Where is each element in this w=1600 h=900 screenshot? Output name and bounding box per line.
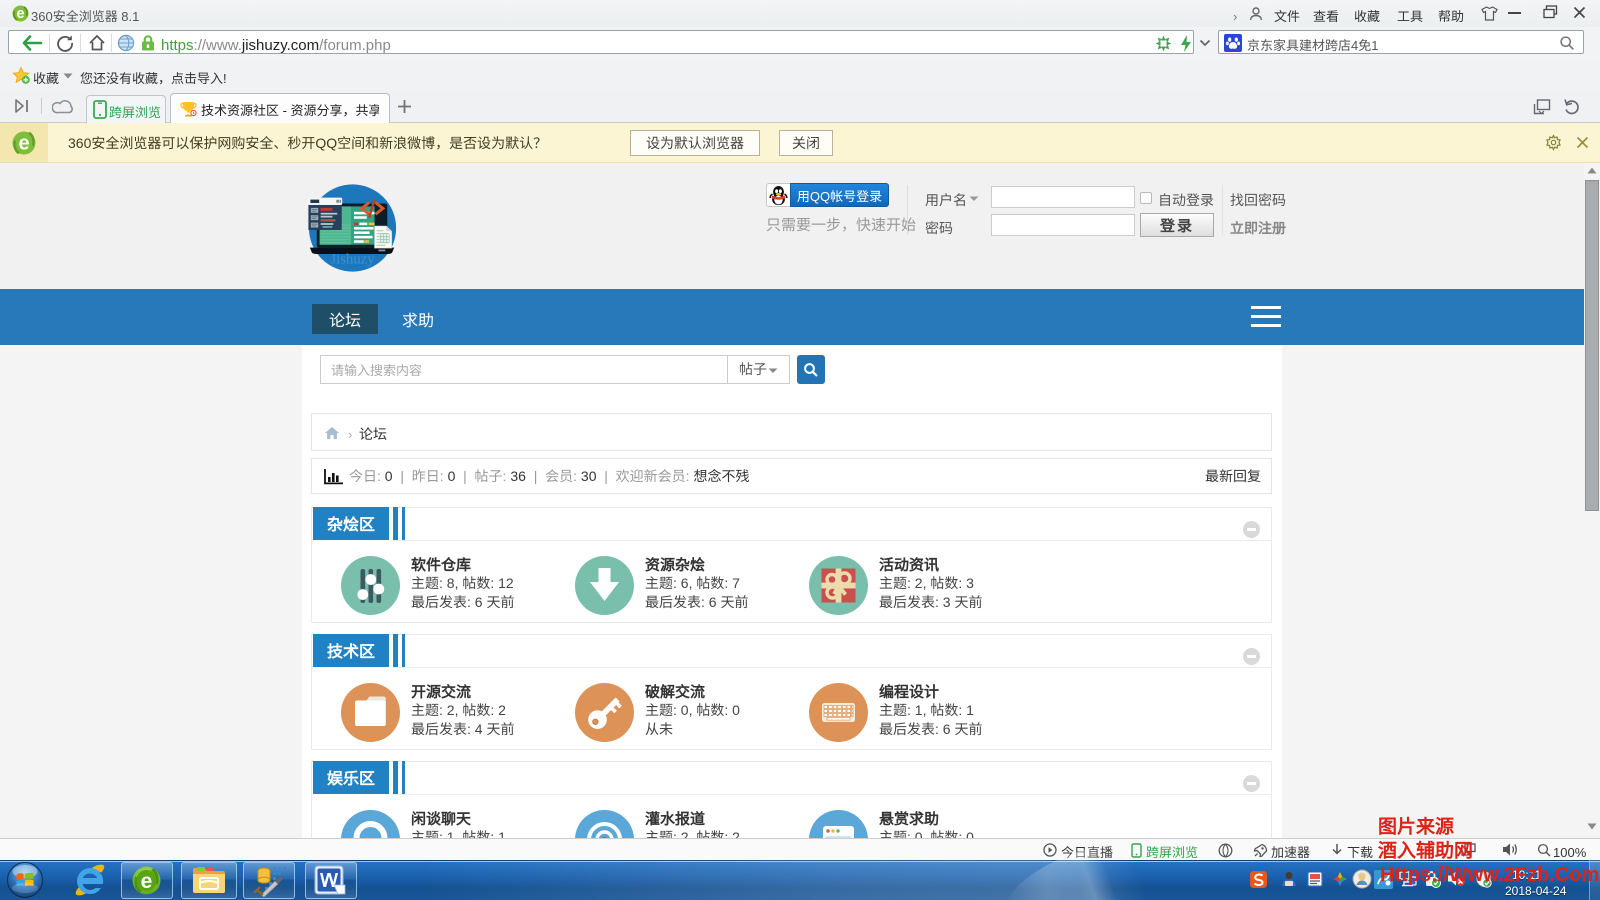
svg-text:e: e bbox=[141, 870, 153, 893]
svg-text:e: e bbox=[16, 6, 24, 22]
svg-text:e: e bbox=[18, 133, 29, 155]
svg-text:Jishuzy: Jishuzy bbox=[330, 251, 375, 267]
